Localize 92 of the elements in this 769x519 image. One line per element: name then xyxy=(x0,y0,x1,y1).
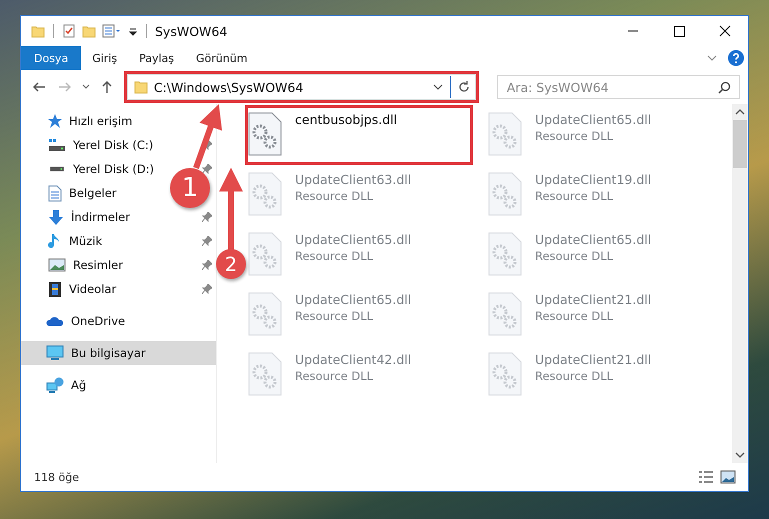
network-icon xyxy=(46,377,64,393)
sidebar-item[interactable]: Yerel Disk (C:) xyxy=(48,133,158,157)
sidebar-item[interactable]: Belgeler xyxy=(48,181,121,205)
sidebar-label: Yerel Disk (C:) xyxy=(73,138,154,152)
file-name: UpdateClient63.dll xyxy=(295,172,412,187)
download-arrow-icon xyxy=(48,208,64,226)
file-name: UpdateClient21.dll xyxy=(535,292,652,307)
monitor-icon xyxy=(46,345,64,361)
file-name: UpdateClient21.dll xyxy=(535,352,652,367)
file-type: Resource DLL xyxy=(535,249,614,263)
file-item[interactable]: UpdateClient21.dll Resource DLL xyxy=(488,348,710,402)
file-name: UpdateClient19.dll xyxy=(535,172,652,187)
scroll-up-icon[interactable] xyxy=(735,108,745,116)
address-bar[interactable]: C:\Windows\SysWOW64 xyxy=(126,74,476,100)
file-type: Resource DLL xyxy=(535,129,614,143)
properties-icon[interactable] xyxy=(102,24,122,38)
scrollbar[interactable] xyxy=(732,104,748,463)
dll-file-icon xyxy=(248,172,282,216)
ribbon-tab[interactable]: Giriş xyxy=(81,46,128,70)
ribbon-tab[interactable]: Dosya xyxy=(21,46,82,70)
large-icons-view-icon[interactable] xyxy=(720,470,736,484)
sidebar-item[interactable]: Resimler xyxy=(48,253,127,277)
search-icon xyxy=(718,81,731,94)
file-item[interactable]: UpdateClient65.dll Resource DLL xyxy=(488,228,710,282)
sidebar-label: Videolar xyxy=(69,282,116,296)
drive-icon xyxy=(48,166,66,172)
scroll-thumb[interactable] xyxy=(733,120,747,168)
star-icon xyxy=(46,113,62,129)
file-name: UpdateClient65.dll xyxy=(535,112,652,127)
dll-file-icon xyxy=(488,172,522,216)
file-type: Resource DLL xyxy=(535,369,614,383)
ribbon-tab[interactable]: Görünüm xyxy=(185,46,258,70)
sidebar-label: Ağ xyxy=(71,378,86,392)
sidebar-label: OneDrive xyxy=(71,314,126,328)
file-type: Resource DLL xyxy=(295,189,374,203)
file-item[interactable]: UpdateClient42.dll Resource DLL xyxy=(248,348,470,402)
sidebar-item[interactable]: Müzik xyxy=(48,229,106,253)
file-name: UpdateClient65.dll xyxy=(535,232,652,247)
sidebar-item[interactable]: Ağ xyxy=(46,373,90,397)
file-type: Resource DLL xyxy=(535,309,614,323)
sidebar-item[interactable]: Yerel Disk (D:) xyxy=(48,157,158,181)
file-item[interactable]: UpdateClient63.dll Resource DLL xyxy=(248,168,470,222)
checklist-icon[interactable] xyxy=(62,24,76,38)
file-item[interactable]: UpdateClient65.dll Resource DLL xyxy=(488,108,710,162)
sidebar-label: Bu bilgisayar xyxy=(71,346,146,360)
sidebar-item[interactable]: İndirmeler xyxy=(48,205,134,229)
file-name: centbusobjps.dll xyxy=(295,112,398,127)
sidebar-item[interactable]: Bu bilgisayar xyxy=(21,341,216,365)
details-view-icon[interactable] xyxy=(698,470,714,484)
scroll-down-icon[interactable] xyxy=(735,451,745,459)
dll-file-icon xyxy=(488,232,522,276)
dll-file-icon xyxy=(488,352,522,396)
refresh-icon[interactable] xyxy=(456,80,471,94)
drive-icon xyxy=(48,138,66,152)
file-type: Resource DLL xyxy=(295,309,374,323)
cloud-icon xyxy=(46,315,64,327)
file-type: Resource DLL xyxy=(535,189,614,203)
dll-file-icon xyxy=(248,232,282,276)
file-name: UpdateClient65.dll xyxy=(295,292,412,307)
dll-file-icon xyxy=(488,112,522,156)
item-count: 118 öğe xyxy=(34,470,79,484)
file-type: Resource DLL xyxy=(295,369,374,383)
dll-file-icon xyxy=(248,352,282,396)
file-item[interactable]: UpdateClient65.dll Resource DLL xyxy=(248,228,470,282)
sidebar-label: Belgeler xyxy=(69,186,117,200)
sidebar-label: Resimler xyxy=(73,258,123,272)
document-icon xyxy=(48,184,62,202)
file-item[interactable]: centbusobjps.dll xyxy=(248,108,470,162)
picture-icon xyxy=(48,258,66,272)
window-title: SysWOW64 xyxy=(155,24,228,38)
file-name: UpdateClient65.dll xyxy=(295,232,412,247)
sidebar-label: Müzik xyxy=(69,234,102,248)
file-item[interactable]: UpdateClient21.dll Resource DLL xyxy=(488,288,710,342)
file-item[interactable]: UpdateClient65.dll Resource DLL xyxy=(248,288,470,342)
sidebar-label: İndirmeler xyxy=(71,210,130,224)
search-field[interactable]: Ara: SysWOW64 xyxy=(496,75,740,99)
help-icon[interactable] xyxy=(728,50,744,66)
file-name: UpdateClient42.dll xyxy=(295,352,412,367)
music-note-icon xyxy=(48,232,62,250)
dll-file-icon xyxy=(248,292,282,336)
sidebar-item[interactable]: OneDrive xyxy=(46,309,130,333)
sidebar-label: Yerel Disk (D:) xyxy=(73,162,154,176)
sidebar-item[interactable]: Videolar xyxy=(48,277,120,301)
file-item[interactable]: UpdateClient19.dll Resource DLL xyxy=(488,168,710,222)
sidebar-label: Hızlı erişim xyxy=(69,114,132,128)
dll-file-icon xyxy=(488,292,522,336)
ribbon-tab[interactable]: Paylaş xyxy=(128,46,185,70)
dll-file-icon xyxy=(248,112,282,156)
file-type: Resource DLL xyxy=(295,249,374,263)
sidebar-item[interactable]: Hızlı erişim xyxy=(46,109,136,133)
folder-icon xyxy=(134,80,148,94)
film-icon xyxy=(48,280,62,298)
